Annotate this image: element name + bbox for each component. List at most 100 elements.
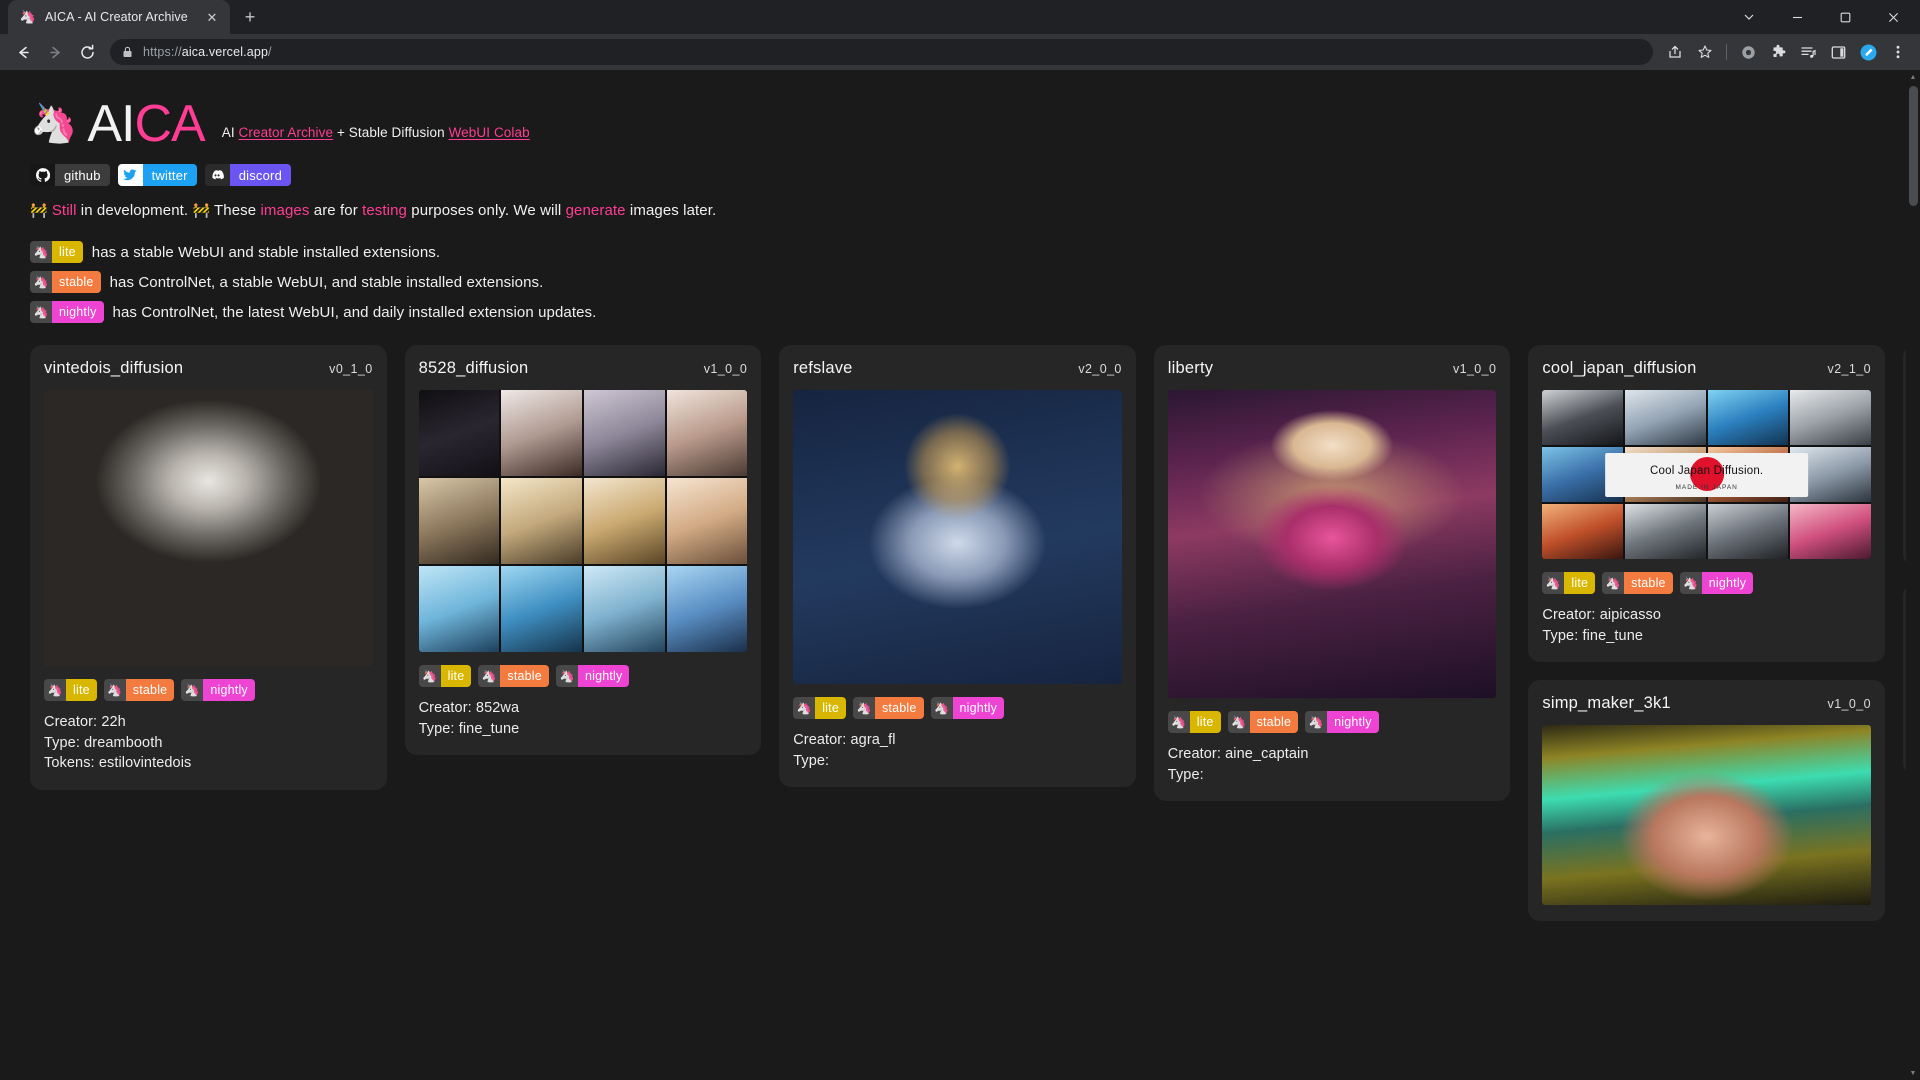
- unicorn-logo-icon: 🦄: [30, 105, 77, 143]
- github-badge[interactable]: github: [30, 164, 110, 186]
- legend-text-stable: has ControlNet, a stable WebUI, and stab…: [110, 274, 544, 291]
- thumbnail-tile: [1625, 390, 1706, 445]
- stable-badge-label: stable: [500, 665, 549, 687]
- model-card[interactable]: simp_maker_3k1v1_0_0: [1528, 680, 1885, 921]
- lite-badge[interactable]: 🦄lite: [1168, 711, 1221, 733]
- twitter-badge[interactable]: twitter: [118, 164, 197, 186]
- nightly-badge[interactable]: 🦄nightly: [181, 679, 255, 701]
- unicorn-icon: 🦄: [44, 679, 66, 701]
- nightly-badge-label: nightly: [578, 665, 630, 687]
- model-thumbnail[interactable]: [1168, 390, 1497, 698]
- thumbnail-art: [44, 390, 373, 666]
- stable-badge[interactable]: 🦄stable: [1602, 572, 1673, 594]
- model-card[interactable]: 8528_diffusionv1_0_0🦄lite🦄stable🦄nightly…: [405, 345, 762, 755]
- thumbnail-tile: [667, 390, 748, 476]
- creator-value: 22h: [101, 714, 126, 730]
- unicorn-icon: 🦄: [30, 241, 52, 263]
- lite-badge[interactable]: 🦄lite: [419, 665, 472, 687]
- model-tier-badges: 🦄lite 🦄stable 🦄nightly: [793, 697, 1122, 719]
- webui-colab-link[interactable]: WebUI Colab: [449, 125, 530, 140]
- address-bar[interactable]: https://aica.vercel.app/: [110, 39, 1653, 65]
- stable-badge[interactable]: 🦄stable: [1228, 711, 1299, 733]
- model-thumbnail[interactable]: [1542, 725, 1871, 905]
- legend-row-nightly: 🦄 nightly has ControlNet, the latest Web…: [30, 301, 1920, 323]
- nightly-badge[interactable]: 🦄nightly: [1680, 572, 1754, 594]
- close-icon[interactable]: ✕: [204, 9, 220, 25]
- nightly-badge-label: nightly: [203, 679, 255, 701]
- tokens-label: Tokens:: [44, 755, 95, 771]
- model-thumbnail[interactable]: Cool Japan Diffusion.MADE IN JAPAN: [1542, 390, 1871, 559]
- new-tab-button[interactable]: +: [236, 3, 264, 31]
- model-card[interactable]: vintedois_diffusionv0_1_0🦄lite🦄stable🦄ni…: [30, 345, 387, 790]
- stable-badge-label: stable: [1624, 572, 1673, 594]
- profile-circle-icon[interactable]: [1734, 38, 1762, 66]
- type-label: Type:: [44, 735, 80, 751]
- share-icon[interactable]: [1661, 38, 1689, 66]
- model-card-header: libertyv1_0_0: [1168, 359, 1497, 378]
- side-panel-icon[interactable]: [1824, 38, 1852, 66]
- reading-list-icon[interactable]: [1794, 38, 1822, 66]
- page-title: AICA: [87, 98, 204, 150]
- thumbnail-tile: [1790, 504, 1871, 559]
- thumbnail-tile: [1542, 390, 1623, 445]
- lock-icon: [122, 46, 133, 58]
- scroll-down-icon[interactable]: ▼: [1906, 1066, 1920, 1080]
- unicorn-icon: 🦄: [1228, 711, 1250, 733]
- model-card[interactable]: libertyv1_0_0🦄lite🦄stable🦄nightlyCreator…: [1154, 345, 1511, 801]
- unicorn-icon: 🦄: [181, 679, 203, 701]
- reload-button[interactable]: [72, 37, 102, 67]
- minimize-button[interactable]: [1774, 0, 1820, 34]
- extensions-puzzle-icon[interactable]: [1764, 38, 1792, 66]
- scrollbar-thumb[interactable]: [1909, 86, 1918, 206]
- thumbnail-tile: [419, 390, 500, 476]
- page-viewport: 🦄 AICA AI Creator Archive + Stable Diffu…: [0, 70, 1920, 1080]
- model-card[interactable]: refslavev2_0_0🦄lite🦄stable🦄nightlyCreato…: [779, 345, 1136, 787]
- model-card[interactable]: cool_japan_diffusionv2_1_0Cool Japan Dif…: [1528, 345, 1885, 662]
- scroll-up-icon[interactable]: ▲: [1906, 70, 1920, 84]
- lite-badge[interactable]: 🦄lite: [44, 679, 97, 701]
- close-window-button[interactable]: [1870, 0, 1916, 34]
- model-thumbnail[interactable]: [793, 390, 1122, 684]
- lite-badge[interactable]: 🦄lite: [1542, 572, 1595, 594]
- model-version: v0_1_0: [329, 362, 372, 376]
- bookmark-star-icon[interactable]: [1691, 38, 1719, 66]
- stable-badge[interactable]: 🦄stable: [853, 697, 924, 719]
- nightly-badge-label: nightly: [52, 301, 104, 323]
- nightly-badge[interactable]: 🦄nightly: [931, 697, 1005, 719]
- stable-badge[interactable]: 🦄stable: [478, 665, 549, 687]
- browser-tab[interactable]: 🦄 AICA - AI Creator Archive ✕: [8, 0, 230, 34]
- overlay-subtitle: MADE IN JAPAN: [1609, 484, 1805, 491]
- aica-page: 🦄 AICA AI Creator Archive + Stable Diffu…: [0, 70, 1920, 1080]
- github-icon: [30, 164, 55, 186]
- social-badges: github twitter discord: [30, 164, 1920, 186]
- creator-label: Creator:: [44, 714, 97, 730]
- nightly-badge[interactable]: 🦄nightly: [1305, 711, 1379, 733]
- thumbnail-art: Cool Japan Diffusion.MADE IN JAPAN: [1542, 390, 1871, 559]
- discord-badge[interactable]: discord: [205, 164, 291, 186]
- tokens-value: estilovintedois: [99, 755, 192, 771]
- unicorn-icon: 🦄: [30, 301, 52, 323]
- model-version: v1_0_0: [704, 362, 747, 376]
- model-tier-badges: 🦄lite🦄stable🦄nightly: [44, 679, 373, 701]
- tag-extension-icon[interactable]: [1854, 38, 1882, 66]
- maximize-button[interactable]: [1822, 0, 1868, 34]
- three-dot-menu-icon[interactable]: [1884, 38, 1912, 66]
- forward-button[interactable]: [40, 37, 70, 67]
- type-value: fine_tune: [459, 721, 520, 737]
- creator-label: Creator:: [1542, 607, 1595, 623]
- lite-badge[interactable]: 🦄lite: [793, 697, 846, 719]
- model-thumbnail[interactable]: [419, 390, 748, 652]
- site-logo: 🦄 AICA AI Creator Archive + Stable Diffu…: [30, 98, 1920, 150]
- creator-archive-link[interactable]: Creator Archive: [239, 125, 334, 140]
- model-name: vintedois_diffusion: [44, 359, 183, 378]
- model-card-header: vintedois_diffusion v0_1_0: [44, 359, 373, 378]
- model-thumbnail[interactable]: [44, 390, 373, 666]
- tab-search-icon[interactable]: [1726, 0, 1772, 34]
- stable-badge[interactable]: 🦄stable: [104, 679, 175, 701]
- nightly-badge[interactable]: 🦄nightly: [556, 665, 630, 687]
- model-type-row: Type: fine_tune: [419, 719, 748, 740]
- page-scrollbar[interactable]: ▲ ▼: [1906, 70, 1920, 1080]
- unicorn-icon: 🦄: [419, 665, 441, 687]
- model-version: v2_1_0: [1828, 362, 1871, 376]
- back-button[interactable]: [8, 37, 38, 67]
